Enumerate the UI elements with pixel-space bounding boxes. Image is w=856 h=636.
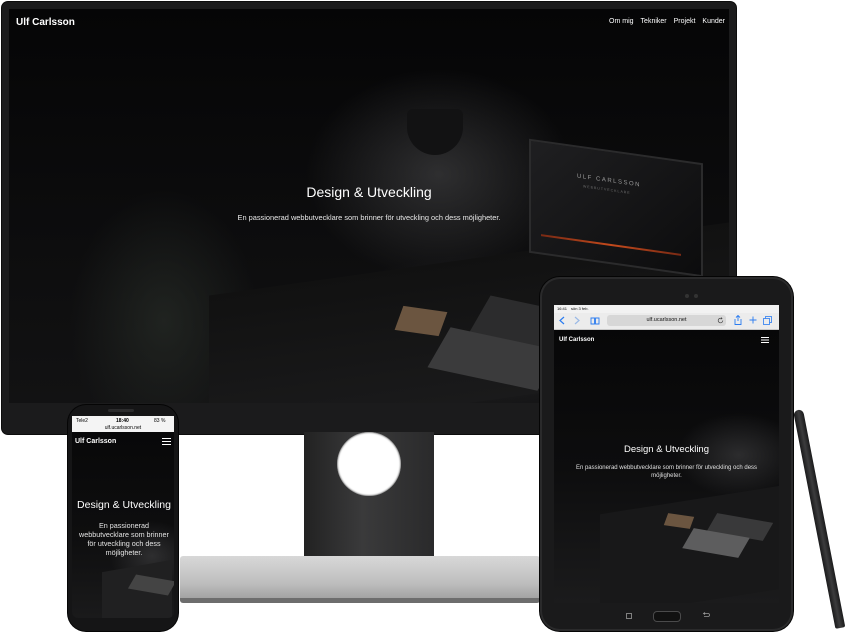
- phone-brand[interactable]: Ulf Carlsson: [75, 438, 116, 445]
- hero-subtitle: En passionerad webbutvecklare som brinne…: [237, 213, 501, 222]
- tablet-status-bar: 16:41 sön 3 feb.: [554, 305, 779, 313]
- phone-menu-icon[interactable]: [162, 438, 171, 445]
- phone-url[interactable]: ulf.ucarlsson.net: [72, 425, 174, 431]
- nav-kunder[interactable]: Kunder: [702, 18, 725, 25]
- tablet-hero-subtitle: En passionerad webbutvecklare som brinne…: [575, 465, 758, 479]
- site-brand[interactable]: Ulf Carlsson: [16, 17, 75, 28]
- recent-apps-icon[interactable]: [625, 613, 633, 620]
- tablet-brand[interactable]: Ulf Carlsson: [559, 337, 594, 343]
- stylus-pen: [793, 409, 846, 629]
- tablet-camera: [685, 294, 689, 298]
- nav-tekniker[interactable]: Tekniker: [641, 18, 667, 25]
- share-icon[interactable]: [734, 315, 742, 325]
- phone-time: 18:40: [116, 418, 129, 424]
- phone-hero-subtitle: En passionerad webbutvecklare som brinne…: [79, 521, 169, 557]
- tablet-hero-title: Design & Utveckling: [623, 444, 709, 455]
- nav-om-mig[interactable]: Om mig: [609, 18, 634, 25]
- forward-icon[interactable]: [574, 316, 580, 325]
- phone-status-bar: Tele2 18:40 83 % ulf.ucarlsson.net: [72, 416, 174, 432]
- new-tab-icon[interactable]: [749, 316, 757, 324]
- back-button-icon[interactable]: [702, 612, 710, 619]
- desk-lamp: [407, 109, 463, 155]
- tablet-sensor: [694, 294, 698, 298]
- background-monitor: ULF CARLSSON WEBBUTVECKLARE: [529, 138, 703, 278]
- phone-carrier: Tele2: [76, 418, 88, 424]
- tablet-date: sön 3 feb.: [571, 306, 589, 311]
- phone-screen: [72, 416, 174, 618]
- tablet-url: ulf.ucarlsson.net: [646, 317, 687, 323]
- monitor-stand-hole: [337, 432, 401, 496]
- reload-icon[interactable]: [717, 317, 724, 324]
- bookmarks-icon[interactable]: [590, 317, 600, 325]
- main-nav: Om mig Tekniker Projekt Kunder: [609, 18, 725, 25]
- tabs-icon[interactable]: [763, 316, 772, 325]
- back-icon[interactable]: [559, 316, 565, 325]
- home-button[interactable]: [653, 611, 681, 622]
- phone-hero-title: Design & Utveckling: [77, 499, 171, 511]
- tablet-time: 16:41: [557, 306, 568, 311]
- tablet-address-bar[interactable]: ulf.ucarlsson.net: [607, 315, 726, 326]
- nav-projekt[interactable]: Projekt: [674, 18, 696, 25]
- tablet-menu-icon[interactable]: [761, 337, 769, 343]
- phone-speaker: [108, 409, 134, 412]
- monitor-stand-base-edge: [180, 598, 540, 603]
- hero-title: Design & Utveckling: [306, 184, 432, 200]
- monitor-stand-base: [180, 556, 540, 602]
- phone-battery: 83 %: [154, 418, 166, 424]
